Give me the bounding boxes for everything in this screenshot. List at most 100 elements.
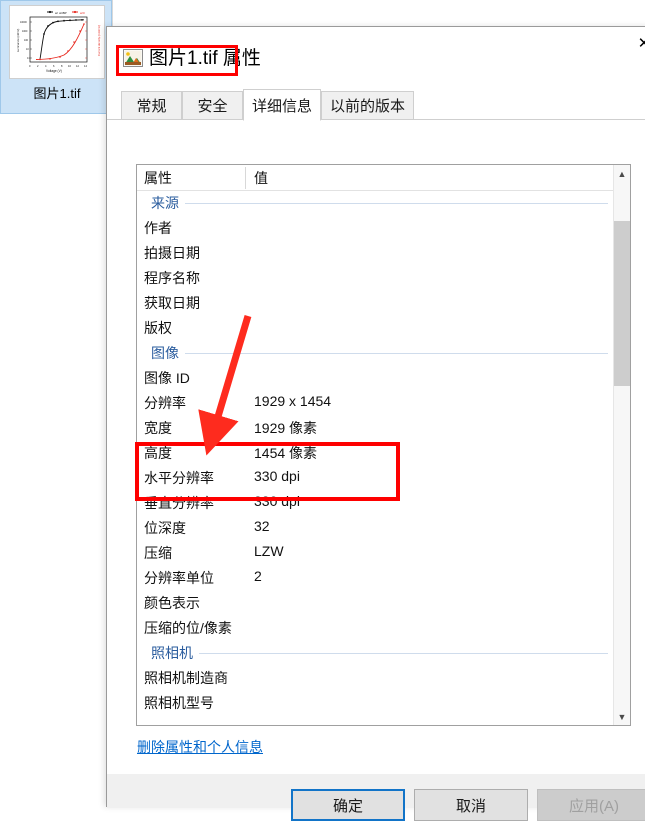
property-row[interactable]: 获取日期: [137, 291, 614, 316]
property-row[interactable]: 程序名称: [137, 266, 614, 291]
property-group-header: 照相机: [137, 641, 614, 666]
property-name: 分辨率: [144, 395, 186, 411]
cancel-button[interactable]: 取消: [414, 789, 528, 821]
property-list-header: 属性 值: [137, 165, 614, 191]
file-thumbnail: w/ oCBP w/0 Voltage (V) Luminance (cd/m²…: [9, 5, 105, 79]
property-row[interactable]: 颜色表示: [137, 591, 614, 616]
property-name: 照相机型号: [144, 695, 214, 711]
group-separator-line: [185, 203, 608, 204]
dialog-titlebar: 图片1.tif 属性 ✕: [107, 27, 645, 87]
property-group-header: 来源: [137, 191, 614, 216]
tab-strip: 常规 安全 详细信息 以前的版本: [107, 87, 645, 121]
remove-properties-link[interactable]: 删除属性和个人信息: [137, 737, 263, 757]
property-name: 颜色表示: [144, 595, 200, 611]
property-row[interactable]: 水平分辨率 330 dpi: [137, 466, 614, 491]
property-name: 水平分辨率: [144, 470, 214, 486]
tab-general-label: 常规: [136, 98, 167, 115]
svg-text:Current density (mA/cm²): Current density (mA/cm²): [97, 25, 101, 56]
property-row[interactable]: 拍摄日期: [137, 241, 614, 266]
property-name: 宽度: [144, 420, 172, 436]
apply-button: 应用(A): [537, 789, 645, 821]
tab-security-label: 安全: [197, 98, 228, 115]
file-name-label: 图片1.tif: [33, 86, 81, 101]
property-value[interactable]: 1929 x 1454: [254, 393, 331, 409]
svg-text:100: 100: [24, 39, 29, 42]
property-list-viewport: 属性 值 来源作者拍摄日期程序名称获取日期版权图像图像 ID 分辨率 1929 x …: [137, 165, 614, 725]
svg-text:w/0: w/0: [80, 11, 85, 15]
column-divider[interactable]: [245, 167, 246, 189]
svg-text:10000: 10000: [20, 21, 27, 24]
svg-text:Luminance (cd/m²): Luminance (cd/m²): [16, 29, 20, 52]
ok-button-label: 确定: [332, 797, 363, 815]
property-row[interactable]: 照相机型号: [137, 691, 614, 716]
property-row[interactable]: 图像 ID: [137, 366, 614, 391]
dialog-footer: 确定 取消 应用(A): [107, 774, 645, 821]
property-row[interactable]: 垂直分辨率 330 dpi: [137, 491, 614, 516]
property-row[interactable]: 版权: [137, 316, 614, 341]
property-name: 压缩的位/像素: [144, 620, 232, 636]
property-name: 程序名称: [144, 270, 200, 286]
property-value[interactable]: LZW: [254, 543, 284, 559]
property-name: 压缩: [144, 545, 172, 561]
property-group-header: 图像: [137, 341, 614, 366]
property-name: 照相机制造商: [144, 670, 228, 686]
tab-general[interactable]: 常规: [121, 91, 182, 120]
property-value[interactable]: 2: [254, 568, 262, 584]
properties-dialog: 图片1.tif 属性 ✕ 常规 安全 详细信息 以前的版本 属性 值 来源作者拍…: [106, 26, 645, 821]
tab-security[interactable]: 安全: [182, 91, 243, 120]
cancel-button-label: 取消: [455, 797, 486, 815]
property-row[interactable]: 分辨率单位 2: [137, 566, 614, 591]
property-name: 版权: [144, 320, 172, 336]
tab-previous-versions-label: 以前的版本: [329, 98, 405, 115]
property-value[interactable]: 1454 像素: [254, 443, 317, 463]
group-separator-line: [199, 653, 608, 654]
property-row[interactable]: 压缩的位/像素: [137, 616, 614, 641]
picture-file-icon: [123, 49, 143, 67]
property-list-scrollbar[interactable]: ▲ ▼: [613, 165, 630, 725]
property-row[interactable]: 高度 1454 像素: [137, 441, 614, 466]
svg-text:Voltage (V): Voltage (V): [46, 69, 62, 73]
property-name: 图像: [151, 345, 179, 361]
tab-page-details: 属性 值 来源作者拍摄日期程序名称获取日期版权图像图像 ID 分辨率 1929 x …: [107, 119, 645, 774]
ok-button[interactable]: 确定: [291, 789, 405, 821]
property-name: 拍摄日期: [144, 245, 200, 261]
close-icon[interactable]: ✕: [621, 27, 645, 59]
property-rows: 来源作者拍摄日期程序名称获取日期版权图像图像 ID 分辨率 1929 x 1454 宽…: [137, 191, 614, 716]
property-row[interactable]: 照相机制造商: [137, 666, 614, 691]
apply-button-label: 应用(A): [569, 797, 619, 815]
property-value[interactable]: 330 dpi: [254, 468, 300, 484]
tab-details[interactable]: 详细信息: [243, 89, 321, 121]
chevron-up-icon[interactable]: ▲: [614, 165, 630, 182]
svg-text:w/ oCBP: w/ oCBP: [55, 11, 67, 15]
tab-details-label: 详细信息: [251, 97, 312, 115]
property-value[interactable]: 330 dpi: [254, 493, 300, 509]
property-name: 照相机: [151, 645, 193, 661]
scrollbar-thumb[interactable]: [614, 221, 630, 386]
property-name: 图像 ID: [144, 370, 190, 386]
property-value[interactable]: 1929 像素: [254, 418, 317, 438]
column-header-value[interactable]: 值: [254, 168, 268, 188]
property-row[interactable]: 分辨率 1929 x 1454: [137, 391, 614, 416]
dialog-title: 图片1.tif 属性: [149, 48, 261, 69]
property-row[interactable]: 宽度 1929 像素: [137, 416, 614, 441]
svg-text:1000: 1000: [22, 30, 28, 33]
property-name: 高度: [144, 445, 172, 461]
property-value[interactable]: 32: [254, 518, 270, 534]
property-name: 位深度: [144, 520, 186, 536]
file-tile-selected[interactable]: w/ oCBP w/0 Voltage (V) Luminance (cd/m²…: [0, 0, 112, 114]
thumbnail-chart-icon: w/ oCBP w/0 Voltage (V) Luminance (cd/m²…: [10, 6, 104, 78]
property-row[interactable]: 压缩 LZW: [137, 541, 614, 566]
group-separator-line: [185, 353, 608, 354]
property-row[interactable]: 位深度 32: [137, 516, 614, 541]
explorer-file-pane: w/ oCBP w/0 Voltage (V) Luminance (cd/m²…: [0, 0, 113, 807]
property-name: 作者: [144, 220, 172, 236]
property-list: 属性 值 来源作者拍摄日期程序名称获取日期版权图像图像 ID 分辨率 1929 x …: [136, 164, 631, 726]
tab-previous-versions[interactable]: 以前的版本: [321, 91, 414, 120]
property-row[interactable]: 作者: [137, 216, 614, 241]
property-name: 分辨率单位: [144, 570, 214, 586]
chevron-down-icon[interactable]: ▼: [614, 708, 630, 725]
column-header-property[interactable]: 属性: [144, 168, 172, 188]
property-name: 来源: [151, 195, 179, 211]
property-name: 垂直分辨率: [144, 495, 214, 511]
property-name: 获取日期: [144, 295, 200, 311]
